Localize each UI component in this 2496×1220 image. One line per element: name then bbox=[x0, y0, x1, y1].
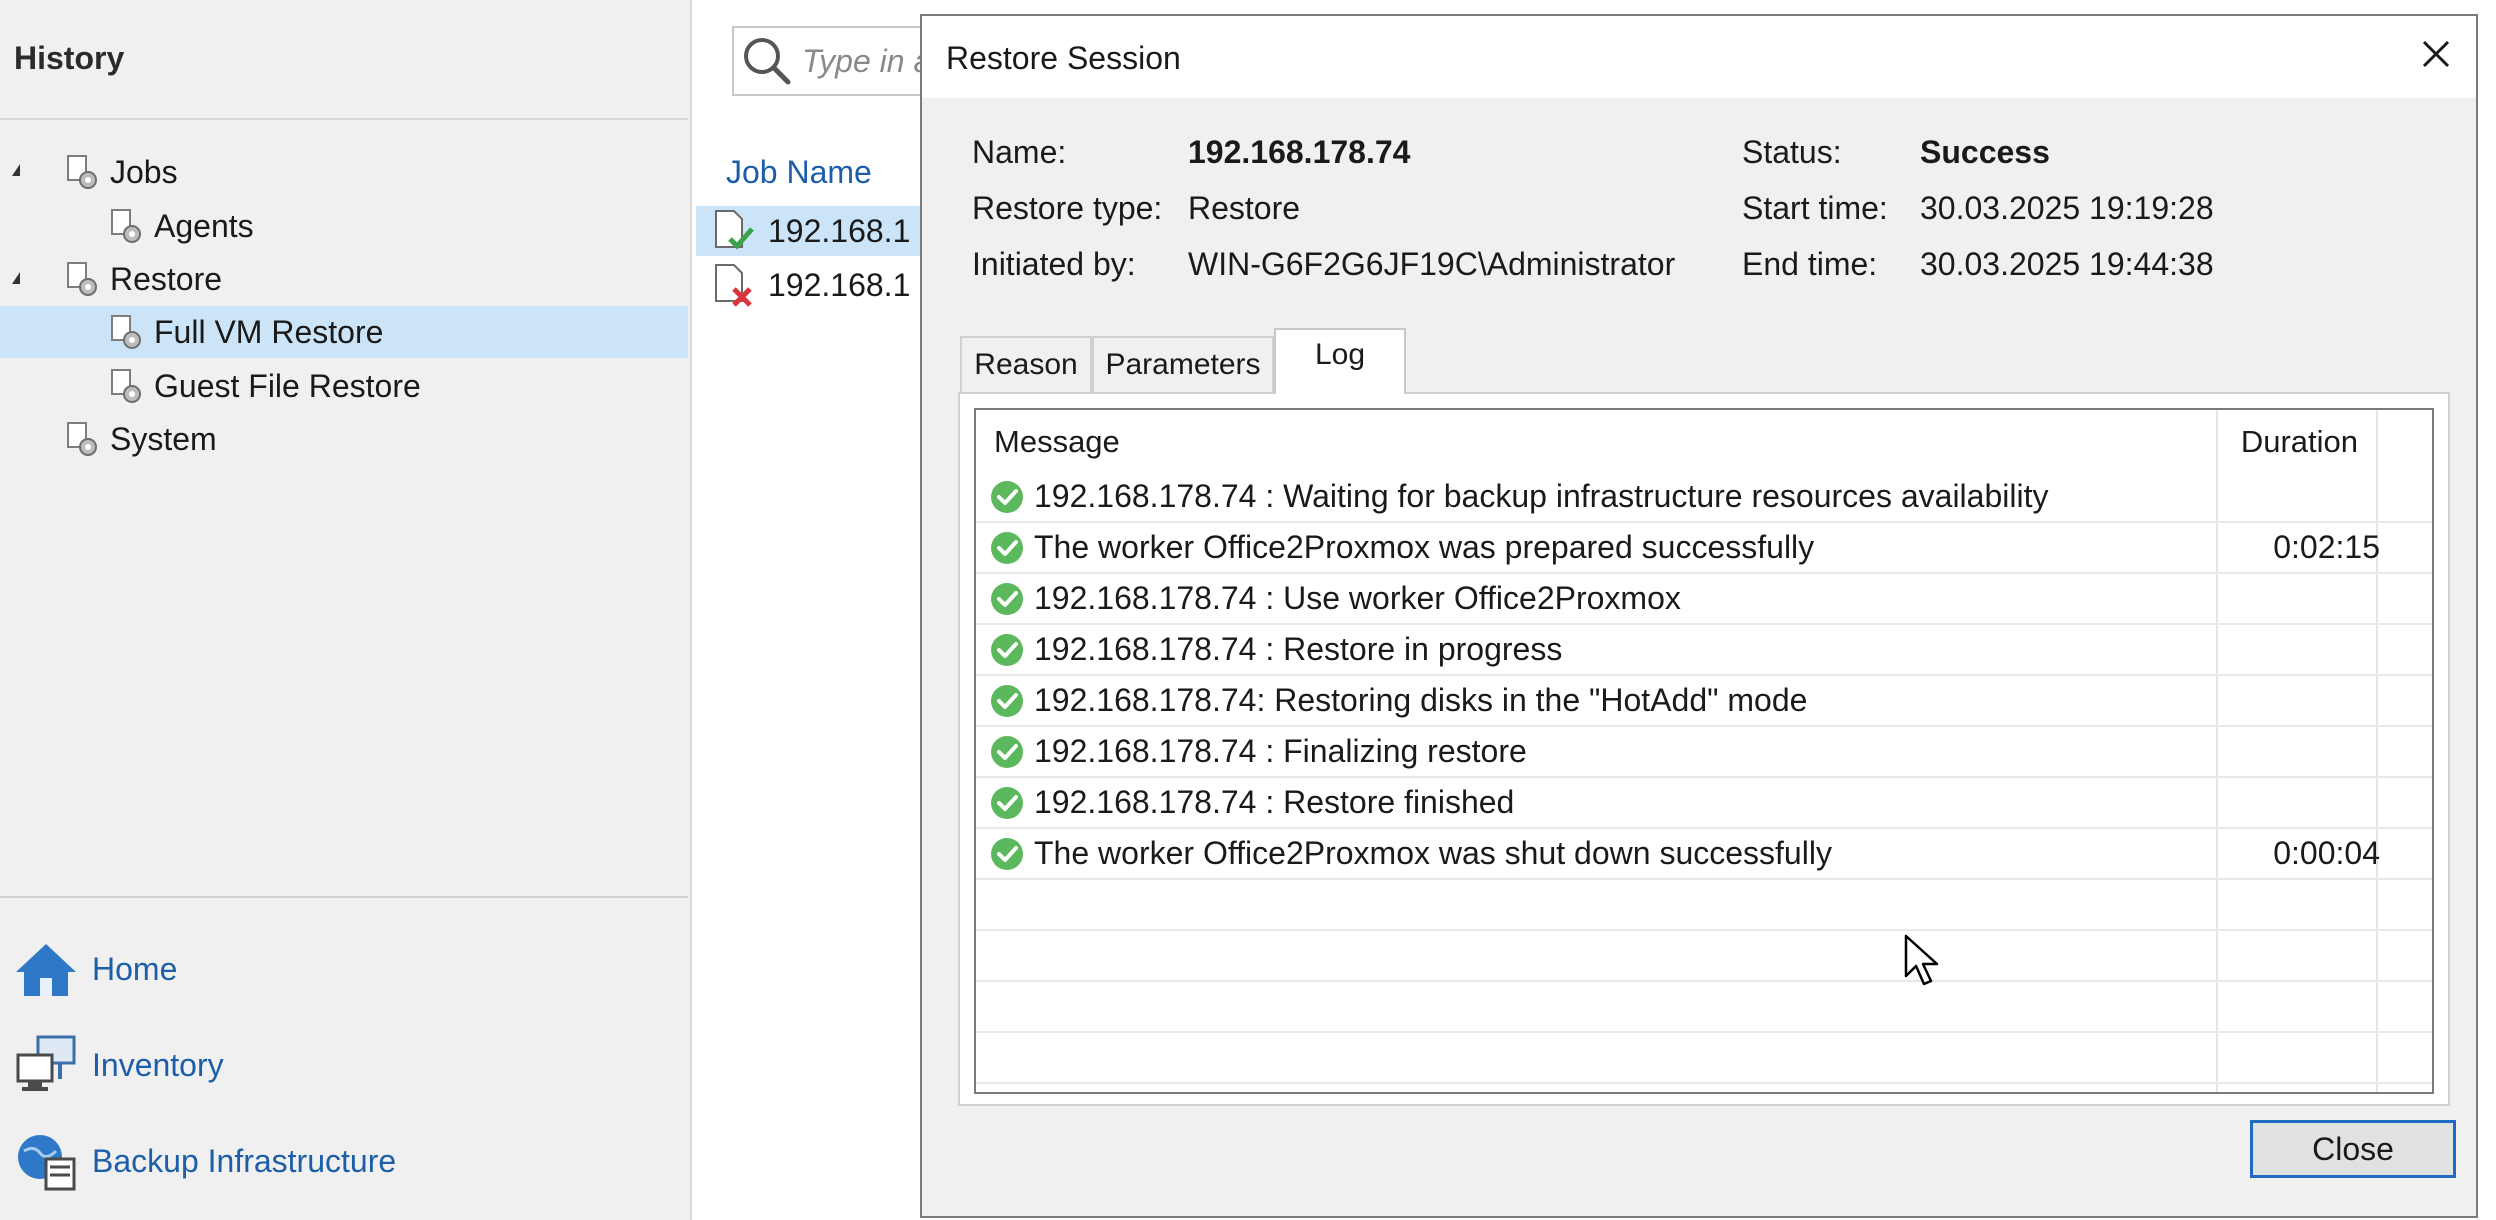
home-icon bbox=[16, 944, 76, 996]
success-check-icon bbox=[991, 736, 1023, 768]
full-vm-restore-node-icon bbox=[111, 315, 141, 349]
tree-item-label: System bbox=[110, 420, 217, 457]
success-check-icon bbox=[991, 583, 1023, 615]
log-message: 192.168.178.74 : Use worker Office2Proxm… bbox=[1034, 580, 1681, 616]
column-header-job-name[interactable]: Job Name bbox=[726, 154, 872, 191]
mouse-pointer-icon bbox=[1904, 934, 1939, 986]
log-grid: Message Duration 192.168.178.74 : Waitin… bbox=[974, 408, 2434, 1094]
search-icon bbox=[744, 38, 791, 85]
success-check-icon bbox=[991, 532, 1023, 564]
initiated-by-value: WIN-G6F2G6JF19C\Administrator bbox=[1188, 246, 1676, 282]
inventory-icon bbox=[16, 1035, 76, 1091]
initiated-by-label: Initiated by: bbox=[972, 246, 1136, 282]
job-name: 192.168.1 bbox=[768, 266, 911, 303]
nav-label: Home bbox=[92, 950, 178, 987]
log-duration: 0:00:04 bbox=[2273, 835, 2380, 871]
log-message: 192.168.178.74 : Waiting for backup infr… bbox=[1034, 478, 2049, 514]
dialog-title-bar[interactable]: Restore Session bbox=[922, 16, 2476, 98]
name-value: 192.168.178.74 bbox=[1188, 134, 1411, 170]
success-check-icon bbox=[991, 685, 1023, 717]
divider bbox=[0, 896, 688, 898]
log-duration: 0:02:15 bbox=[2273, 529, 2380, 565]
log-row[interactable]: 192.168.178.74 : Use worker Office2Proxm… bbox=[976, 574, 2432, 625]
jobs-node-icon bbox=[67, 155, 97, 189]
tree-item-full-vm-restore[interactable]: Full VM Restore bbox=[0, 306, 688, 358]
search-placeholder: Type in a bbox=[802, 42, 932, 79]
status-label: Status: bbox=[1742, 134, 1842, 170]
collapse-arrow-icon[interactable] bbox=[12, 272, 20, 284]
tree-item-label: Agents bbox=[154, 207, 254, 244]
log-message: The worker Office2Proxmox was shut down … bbox=[1034, 835, 1832, 871]
log-tab-panel: Message Duration 192.168.178.74 : Waitin… bbox=[958, 392, 2450, 1106]
guest-file-restore-node-icon bbox=[111, 369, 141, 403]
tab-log[interactable]: Log bbox=[1274, 328, 1406, 394]
start-time-value: 30.03.2025 19:19:28 bbox=[1920, 190, 2214, 226]
log-row[interactable]: 192.168.178.74 : Finalizing restore bbox=[976, 727, 2432, 778]
nav-home[interactable]: Home bbox=[14, 934, 177, 1004]
navigation-pane: History Jobs Agents Restore Full VM Rest… bbox=[0, 0, 692, 1220]
nav-backup-infrastructure[interactable]: Backup Infrastructure bbox=[14, 1126, 396, 1196]
log-row[interactable]: 192.168.178.74 : Restore in progress bbox=[976, 625, 2432, 676]
end-time-label: End time: bbox=[1742, 246, 1878, 282]
empty-log-row[interactable] bbox=[976, 1033, 2432, 1084]
nav-label: Backup Infrastructure bbox=[92, 1142, 397, 1179]
log-row[interactable]: The worker Office2Proxmox was shut down … bbox=[976, 829, 2432, 880]
tree-item-label: Restore bbox=[110, 260, 223, 297]
tab-parameters[interactable]: Parameters bbox=[1092, 336, 1274, 392]
close-icon[interactable] bbox=[2414, 32, 2458, 76]
success-check-icon bbox=[991, 634, 1023, 666]
tree-item-agents[interactable]: Agents bbox=[110, 200, 670, 252]
status-value: Success bbox=[1920, 134, 2050, 170]
name-label: Name: bbox=[972, 134, 1067, 170]
dialog-title: Restore Session bbox=[946, 40, 1181, 76]
restore-session-dialog: Restore Session Name: 192.168.178.74 Res… bbox=[920, 14, 2478, 1218]
close-button[interactable]: Close bbox=[2250, 1120, 2456, 1178]
tree-item-label: Full VM Restore bbox=[154, 313, 384, 350]
agents-node-icon bbox=[111, 209, 141, 243]
restore-type-label: Restore type: bbox=[972, 190, 1163, 226]
tree-item-label: Guest File Restore bbox=[154, 367, 421, 404]
success-check-icon bbox=[991, 481, 1023, 513]
log-row[interactable]: 192.168.178.74: Restoring disks in the "… bbox=[976, 676, 2432, 727]
success-check-icon bbox=[991, 787, 1023, 819]
tree-item-restore[interactable]: Restore bbox=[66, 253, 666, 305]
log-row[interactable]: 192.168.178.74 : Waiting for backup infr… bbox=[976, 472, 2432, 523]
log-message: The worker Office2Proxmox was prepared s… bbox=[1034, 529, 1815, 565]
collapse-arrow-icon[interactable] bbox=[12, 164, 20, 176]
failed-session-icon bbox=[715, 264, 752, 307]
empty-log-row[interactable] bbox=[976, 982, 2432, 1033]
system-node-icon bbox=[67, 422, 97, 456]
log-message: 192.168.178.74: Restoring disks in the "… bbox=[1034, 682, 1808, 718]
nav-label: Inventory bbox=[92, 1046, 224, 1083]
restore-node-icon bbox=[67, 262, 97, 296]
log-row[interactable]: 192.168.178.74 : Restore finished bbox=[976, 778, 2432, 829]
empty-log-row[interactable] bbox=[976, 931, 2432, 982]
restore-type-value: Restore bbox=[1188, 190, 1301, 226]
log-message: 192.168.178.74 : Restore in progress bbox=[1034, 631, 1563, 667]
start-time-label: Start time: bbox=[1742, 190, 1888, 226]
nav-inventory[interactable]: Inventory bbox=[14, 1030, 224, 1100]
tree-item-label: Jobs bbox=[110, 153, 178, 190]
column-header-message[interactable]: Message bbox=[994, 410, 1120, 474]
divider bbox=[0, 118, 688, 120]
job-name: 192.168.1 bbox=[768, 212, 911, 249]
backup-infrastructure-icon bbox=[18, 1135, 76, 1191]
log-message: 192.168.178.74 : Restore finished bbox=[1034, 784, 1515, 820]
success-session-icon bbox=[715, 210, 754, 250]
tree-item-jobs[interactable]: Jobs bbox=[66, 146, 666, 198]
success-check-icon bbox=[991, 838, 1023, 870]
tab-reason[interactable]: Reason bbox=[960, 336, 1092, 392]
empty-log-row[interactable] bbox=[976, 880, 2432, 931]
pane-title: History bbox=[14, 40, 125, 76]
column-header-duration[interactable]: Duration bbox=[2238, 410, 2358, 474]
tree-item-guest-file-restore[interactable]: Guest File Restore bbox=[110, 360, 670, 412]
log-message: 192.168.178.74 : Finalizing restore bbox=[1034, 733, 1527, 769]
tree-item-system[interactable]: System bbox=[66, 413, 666, 465]
log-row[interactable]: The worker Office2Proxmox was prepared s… bbox=[976, 523, 2432, 574]
end-time-value: 30.03.2025 19:44:38 bbox=[1920, 246, 2214, 282]
